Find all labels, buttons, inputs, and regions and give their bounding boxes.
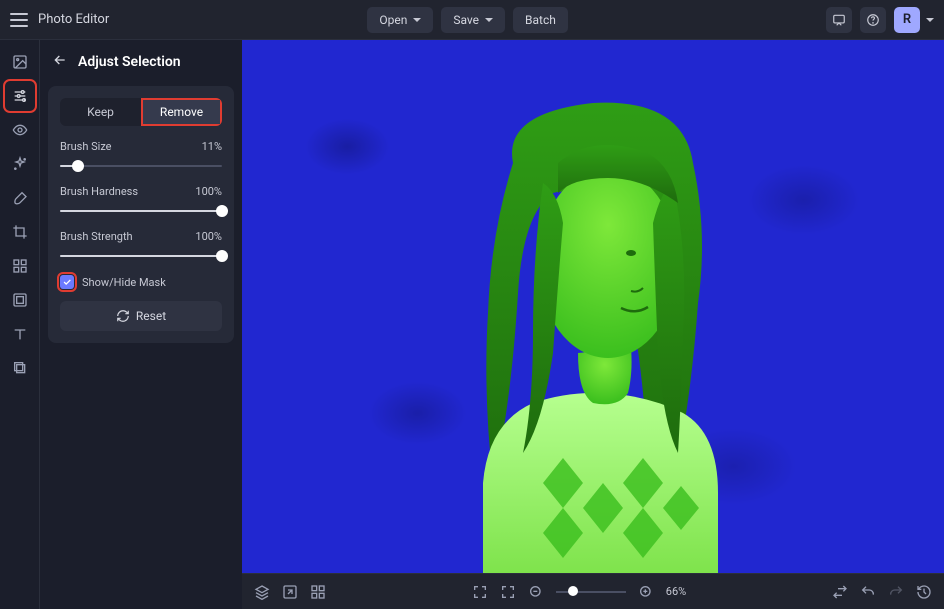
fullscreen-icon[interactable] xyxy=(472,584,488,600)
rail-layers-icon[interactable] xyxy=(6,354,34,382)
mask-checkbox[interactable] xyxy=(60,275,74,289)
brush-size-slider[interactable] xyxy=(60,159,222,173)
brush-strength-label: Brush Strength xyxy=(60,230,133,243)
keep-remove-segment: Keep Remove xyxy=(60,98,222,126)
layers-icon[interactable] xyxy=(254,584,270,600)
save-button[interactable]: Save xyxy=(441,7,505,33)
help-icon[interactable] xyxy=(860,7,886,33)
canvas-area: 66% xyxy=(242,40,944,609)
brush-size-control: Brush Size 11% xyxy=(60,140,222,173)
rail-image-icon[interactable] xyxy=(6,48,34,76)
fit-icon[interactable] xyxy=(500,584,516,600)
header-center: Open Save Batch xyxy=(367,7,567,33)
history-icon[interactable] xyxy=(916,584,932,600)
header-left: Photo Editor xyxy=(10,12,109,27)
panel-header: Adjust Selection xyxy=(48,52,234,72)
chevron-down-icon[interactable] xyxy=(926,18,934,22)
rail-sparkle-icon[interactable] xyxy=(6,150,34,178)
open-button[interactable]: Open xyxy=(367,7,433,33)
panel-title: Adjust Selection xyxy=(78,54,181,70)
bottom-center-group: 66% xyxy=(472,584,686,600)
grid-icon[interactable] xyxy=(310,584,326,600)
chat-icon[interactable] xyxy=(826,7,852,33)
mask-toggle-row: Show/Hide Mask xyxy=(60,275,222,289)
rail-adjust-icon[interactable] xyxy=(6,82,34,110)
undo-icon[interactable] xyxy=(860,584,876,600)
rail-eye-icon[interactable] xyxy=(6,116,34,144)
canvas[interactable] xyxy=(242,40,944,573)
chevron-down-icon xyxy=(485,18,493,22)
brush-strength-value: 100% xyxy=(195,230,222,243)
side-panel: Adjust Selection Keep Remove Brush Size 1… xyxy=(40,40,242,609)
back-arrow-icon[interactable] xyxy=(52,52,68,72)
remove-tab[interactable]: Remove xyxy=(141,98,222,126)
bottom-right-group xyxy=(832,584,932,600)
compare-icon[interactable] xyxy=(832,584,848,600)
batch-button[interactable]: Batch xyxy=(513,7,568,33)
reset-button[interactable]: Reset xyxy=(60,301,222,331)
brush-hardness-control: Brush Hardness 100% xyxy=(60,185,222,218)
zoom-in-icon[interactable] xyxy=(638,584,654,600)
zoom-slider[interactable] xyxy=(556,586,626,598)
chevron-down-icon xyxy=(413,18,421,22)
export-icon[interactable] xyxy=(282,584,298,600)
mask-label: Show/Hide Mask xyxy=(82,276,166,289)
brush-hardness-value: 100% xyxy=(195,185,222,198)
rail-frame-icon[interactable] xyxy=(6,286,34,314)
adjust-card: Keep Remove Brush Size 11% Brush Hardness… xyxy=(48,86,234,343)
menu-icon[interactable] xyxy=(10,13,28,27)
rail-crop-icon[interactable] xyxy=(6,218,34,246)
avatar[interactable]: R xyxy=(894,7,920,33)
brush-size-label: Brush Size xyxy=(60,140,112,153)
app-header: Photo Editor Open Save Batch R xyxy=(0,0,944,40)
rail-brush-icon[interactable] xyxy=(6,184,34,212)
app-title: Photo Editor xyxy=(38,12,109,27)
tool-rail xyxy=(0,40,40,609)
brush-strength-slider[interactable] xyxy=(60,249,222,263)
zoom-out-icon[interactable] xyxy=(528,584,544,600)
bottom-bar: 66% xyxy=(242,573,944,609)
zoom-value: 66% xyxy=(666,585,686,598)
brush-strength-control: Brush Strength 100% xyxy=(60,230,222,263)
redo-icon[interactable] xyxy=(888,584,904,600)
keep-tab[interactable]: Keep xyxy=(60,98,141,126)
rail-text-icon[interactable] xyxy=(6,320,34,348)
reset-label: Reset xyxy=(136,309,166,323)
masked-subject xyxy=(383,93,803,573)
header-right: R xyxy=(826,7,934,33)
reset-icon xyxy=(116,309,130,323)
brush-hardness-slider[interactable] xyxy=(60,204,222,218)
rail-elements-icon[interactable] xyxy=(6,252,34,280)
brush-size-value: 11% xyxy=(202,140,222,153)
brush-hardness-label: Brush Hardness xyxy=(60,185,138,198)
bottom-left-group xyxy=(254,584,326,600)
